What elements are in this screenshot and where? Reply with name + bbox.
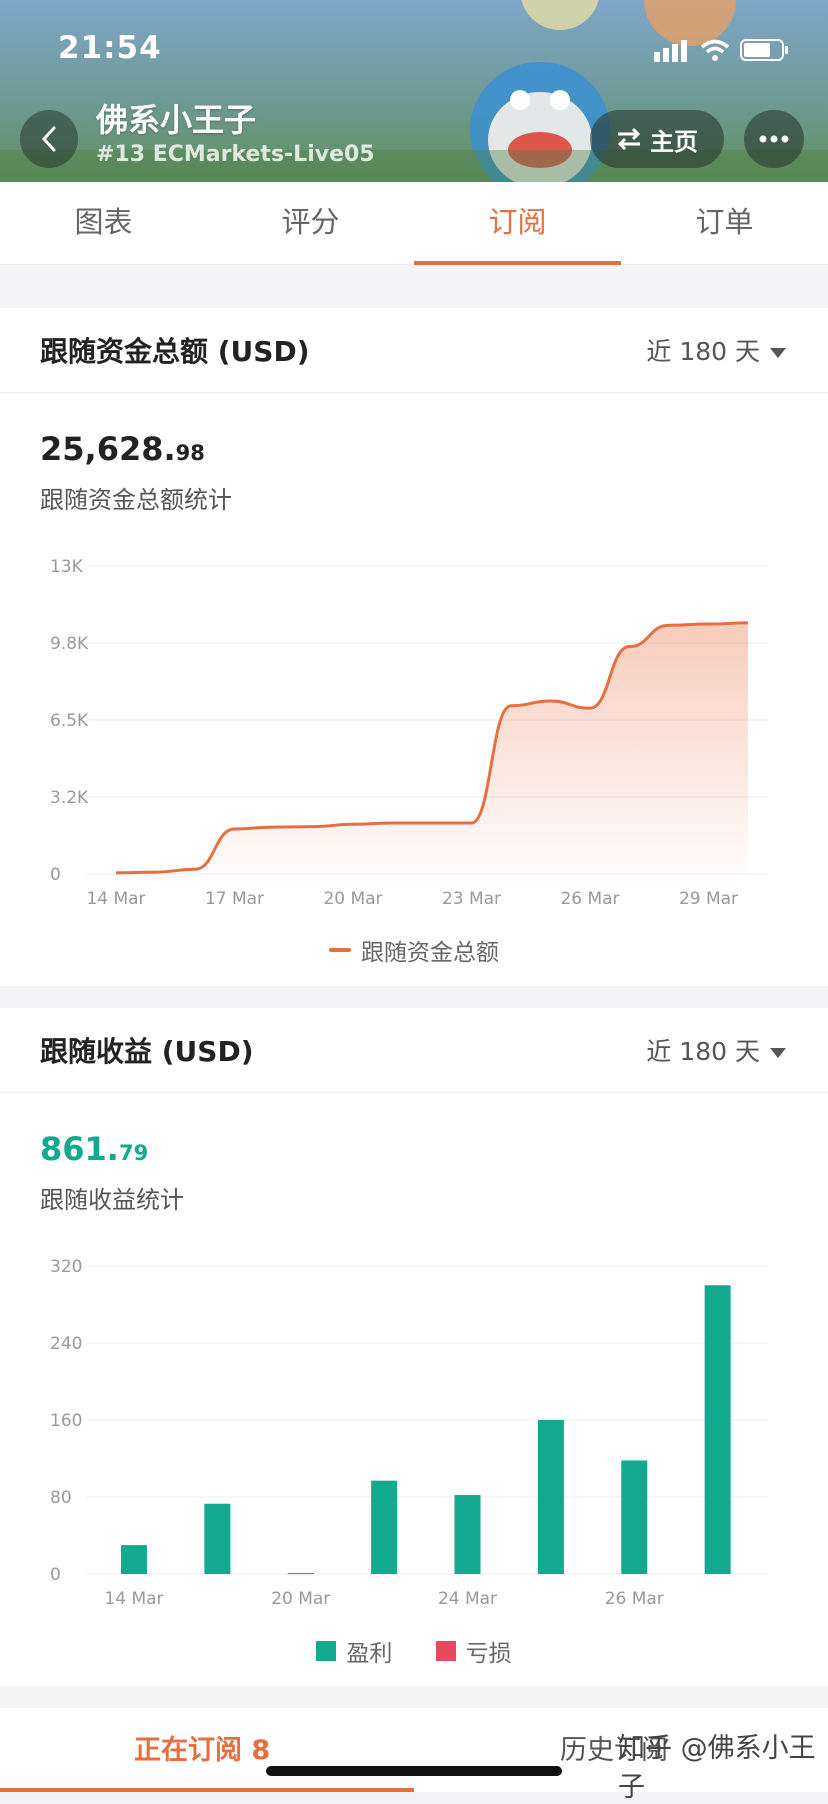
battery-icon (740, 39, 788, 61)
range-label: 近 180 天 (646, 1037, 760, 1066)
more-button[interactable] (744, 110, 804, 168)
wifi-icon (700, 39, 730, 61)
y-tick-label: 6.5K (50, 711, 89, 731)
legend-label: 跟随资金总额 (361, 940, 499, 966)
range-selector[interactable]: 近 180 天 (646, 1032, 786, 1068)
legend-label: 盈利 (346, 1641, 393, 1667)
profit-legend: 盈利 亏损 (0, 1634, 828, 1668)
profile-header: 21:54 佛系小王子 #13 ECMarkets-Live05 主页 (0, 0, 828, 182)
range-label: 近 180 天 (646, 337, 760, 366)
funds-total-value: 25,628.98 (40, 430, 205, 468)
profit-bar (287, 1573, 314, 1575)
funds-legend: 跟随资金总额 (0, 932, 828, 967)
trader-name: 佛系小王子 (96, 101, 257, 139)
trader-account: #13 ECMarkets-Live05 (96, 142, 375, 167)
profit-bar-chart: 0 80 160 240 320 14 Mar 20 Mar 24 Mar 26 Mar (50, 1257, 768, 1609)
y-tick-label: 3.2K (50, 788, 89, 808)
tab-rating[interactable]: 评分 (207, 182, 414, 264)
x-tick-label: 29 Mar (679, 889, 738, 909)
profit-bar (121, 1545, 147, 1574)
value-integer: 25,628. (40, 430, 176, 468)
active-tab-underline (0, 1788, 414, 1792)
profit-bar (704, 1285, 731, 1574)
funds-stat-label: 跟随资金总额统计 (40, 486, 232, 514)
value-decimal: 79 (118, 1141, 149, 1165)
caret-down-icon (770, 348, 786, 358)
card-title: 跟随收益 (USD) (40, 1035, 254, 1068)
value-decimal: 98 (175, 441, 205, 465)
section-tabs: 图表 评分 订阅 订单 (0, 182, 828, 265)
legend-label: 亏损 (465, 1641, 512, 1667)
funds-area-chart: 0 3.2K 6.5K 9.8K 13K 14 Mar 17 Mar 20 Mar 23 Mar… (50, 557, 768, 909)
swap-arrows-icon (617, 127, 641, 151)
tab-chart[interactable]: 图表 (0, 182, 207, 264)
home-button-label: 主页 (650, 127, 698, 156)
y-tick-label: 13K (50, 557, 84, 577)
status-time: 21:54 (58, 30, 162, 66)
profit-bar (454, 1495, 481, 1574)
x-tick-label: 14 Mar (104, 1589, 163, 1609)
profit-total-value: 861.79 (40, 1130, 148, 1168)
follow-funds-card: 跟随资金总额 (USD) 近 180 天 25,628.98 跟随资金总额统计 … (0, 308, 828, 986)
x-tick-label: 23 Mar (442, 889, 501, 909)
profit-stat-label: 跟随收益统计 (40, 1186, 184, 1214)
legend-loss-swatch (435, 1641, 456, 1661)
back-button[interactable] (20, 110, 78, 168)
y-tick-label: 9.8K (50, 634, 89, 654)
legend-item-profit[interactable]: 盈利 (316, 1634, 392, 1668)
x-tick-label: 24 Mar (438, 1589, 497, 1609)
tab-orders[interactable]: 订单 (621, 182, 828, 264)
status-bar: 21:54 (0, 28, 828, 72)
home-button[interactable]: 主页 (590, 110, 724, 168)
y-tick-label: 0 (50, 865, 61, 885)
x-tick-label: 20 Mar (271, 1589, 330, 1609)
caret-down-icon (770, 1048, 786, 1058)
follow-profit-card: 跟随收益 (USD) 近 180 天 861.79 跟随收益统计 0 80 160 2… (0, 1008, 828, 1686)
x-tick-label: 14 Mar (86, 889, 145, 909)
y-tick-label: 320 (50, 1257, 82, 1277)
profit-bar (371, 1480, 398, 1574)
value-integer: 861. (40, 1130, 119, 1168)
card-title: 跟随资金总额 (USD) (40, 335, 310, 368)
more-dots-icon (759, 135, 789, 143)
x-tick-label: 20 Mar (323, 889, 382, 909)
y-tick-label: 160 (50, 1411, 82, 1431)
profit-bar (621, 1460, 648, 1574)
tab-active-subscriptions[interactable]: 正在订阅 8 (134, 1728, 270, 1767)
area-fill (116, 622, 748, 874)
cellular-signal-icon (654, 40, 687, 62)
watermark-text: 知乎 @佛系小王子 (618, 1733, 816, 1803)
legend-item-funds[interactable]: 跟随资金总额 (329, 933, 499, 967)
home-indicator (266, 1766, 562, 1776)
y-tick-label: 80 (50, 1488, 72, 1508)
trader-info: 佛系小王子 #13 ECMarkets-Live05 (96, 100, 375, 170)
profit-bar (204, 1503, 231, 1574)
legend-profit-swatch (316, 1641, 337, 1661)
x-tick-label: 17 Mar (205, 889, 264, 909)
chevron-left-icon (41, 126, 56, 152)
y-tick-label: 240 (50, 1334, 82, 1354)
range-selector[interactable]: 近 180 天 (646, 332, 786, 368)
x-tick-label: 26 Mar (560, 889, 619, 909)
tab-subscription[interactable]: 订阅 (414, 182, 621, 265)
legend-line-swatch (329, 948, 351, 952)
x-tick-label: 26 Mar (605, 1589, 664, 1609)
legend-item-loss[interactable]: 亏损 (435, 1634, 512, 1668)
y-tick-label: 0 (50, 1565, 61, 1585)
profit-bar (537, 1420, 564, 1574)
